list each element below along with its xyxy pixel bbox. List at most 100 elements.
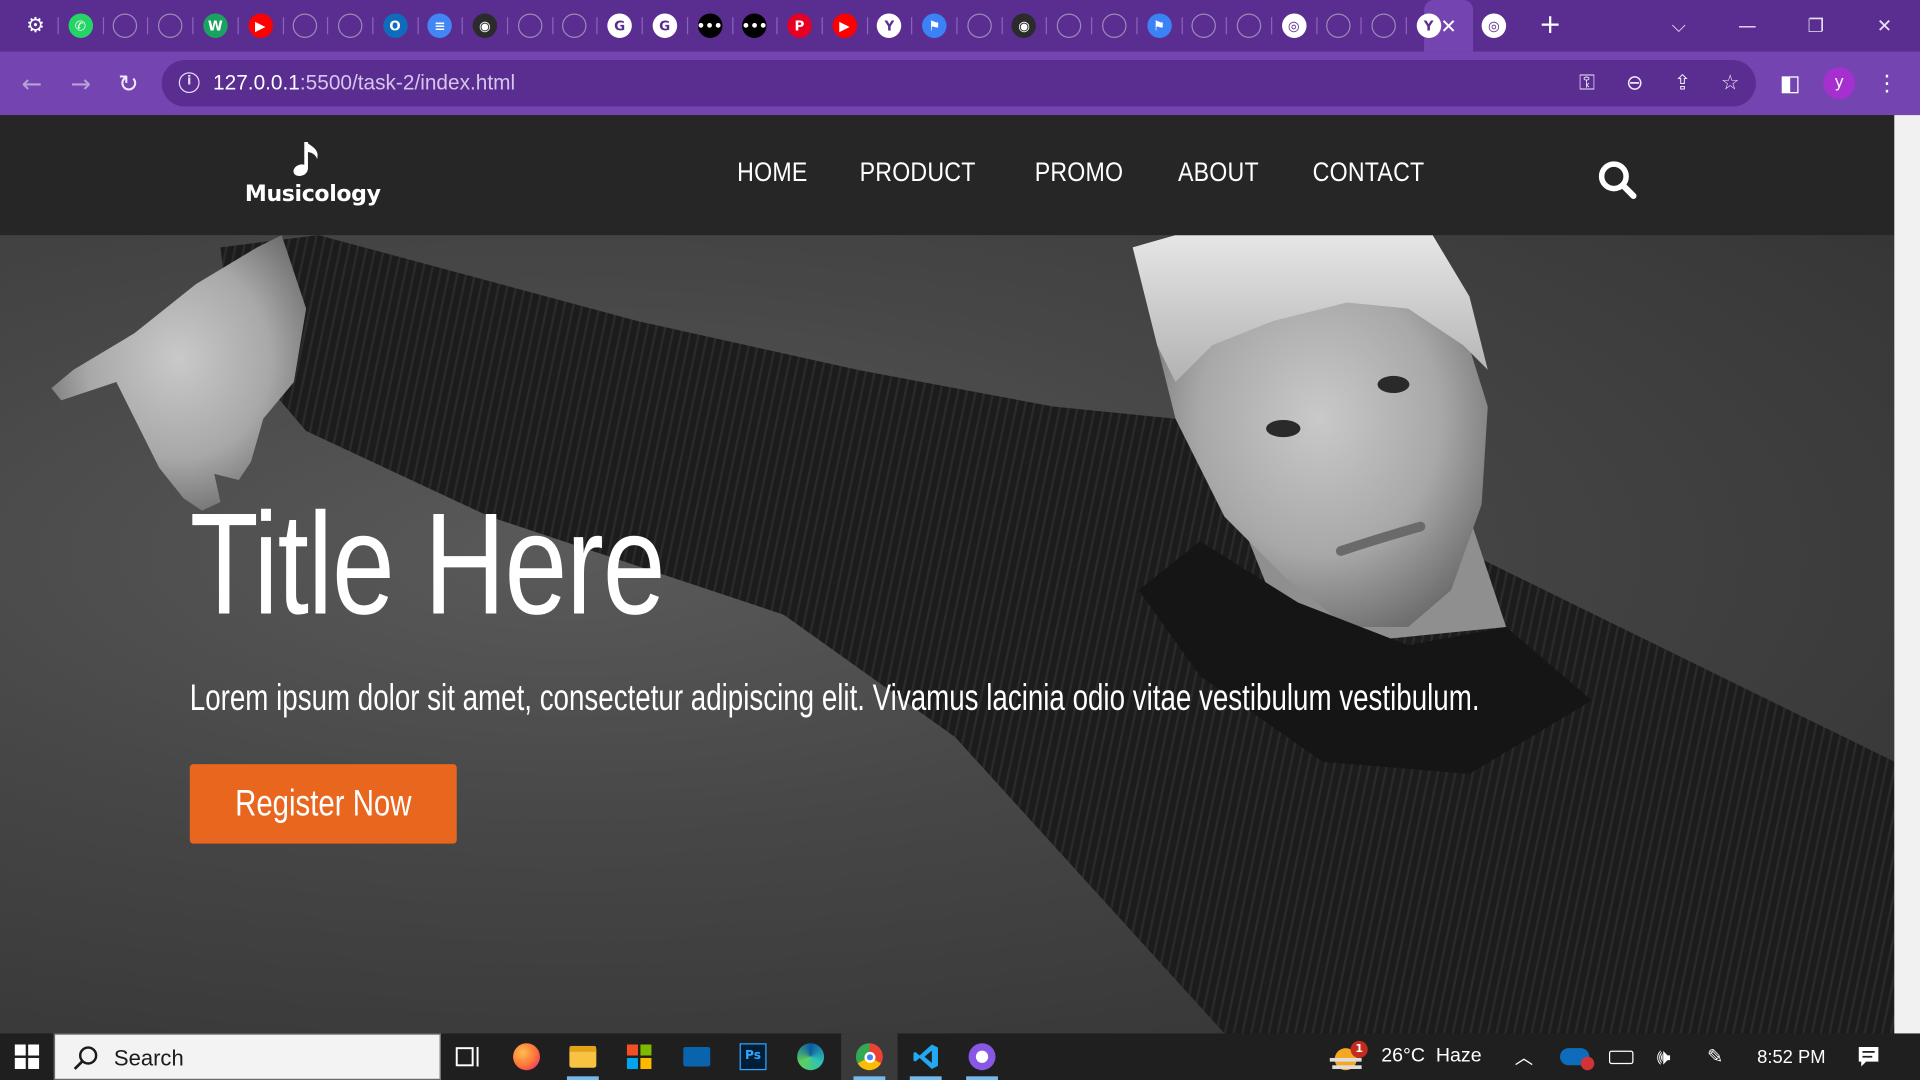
tab-separator	[372, 17, 374, 35]
tab-youtube[interactable]: ▶	[244, 10, 276, 42]
tab-separator	[1001, 17, 1003, 35]
tab-globe[interactable]	[289, 10, 321, 42]
tab-pinterest[interactable]: P	[784, 10, 816, 42]
tab-globe[interactable]	[154, 10, 186, 42]
tab-github[interactable]: ◉	[469, 10, 501, 42]
tab-globe[interactable]	[334, 10, 366, 42]
chrome-icon: ◎	[1481, 13, 1507, 38]
whatsapp-icon: ✆	[68, 13, 93, 38]
logo-text: Musicology	[244, 181, 381, 207]
menu-kebab-icon[interactable]: ⋮	[1870, 66, 1904, 100]
nav-product[interactable]: PRODUCT	[859, 157, 975, 194]
taskbar-chrome[interactable]	[841, 1033, 898, 1080]
nav-contact[interactable]: CONTACT	[1313, 157, 1425, 194]
tab-globe[interactable]	[109, 10, 141, 42]
tab-w-app[interactable]: W	[199, 10, 231, 42]
close-window-button[interactable]: ✕	[1856, 5, 1912, 47]
tab-globe[interactable]	[963, 10, 995, 42]
tab-y-logo[interactable]: Y	[873, 10, 905, 42]
windows-start-button[interactable]	[0, 1033, 54, 1080]
tab-globe[interactable]	[559, 10, 591, 42]
taskbar-ms-store[interactable]	[611, 1033, 667, 1080]
tab-globe[interactable]	[1053, 10, 1085, 42]
weather-badge: 1	[1350, 1040, 1368, 1058]
minimize-button[interactable]: —	[1719, 5, 1775, 47]
taskbar-firefox[interactable]	[498, 1033, 554, 1080]
tab-globe[interactable]	[1323, 10, 1355, 42]
globe-icon	[1326, 13, 1351, 38]
tab-settings[interactable]: ⚙	[20, 10, 52, 42]
tab-docs[interactable]: ≡	[424, 10, 456, 42]
tab-separator	[911, 17, 913, 35]
pen-workspace-icon[interactable]: ✎	[1707, 1033, 1723, 1080]
taskbar-photoshop[interactable]: Ps	[725, 1033, 781, 1080]
tab-chrome[interactable]: ◎	[1478, 10, 1510, 42]
page-scrollbar[interactable]	[1894, 115, 1920, 1034]
tab-globe[interactable]	[514, 10, 546, 42]
tab-google[interactable]: G	[649, 10, 681, 42]
side-panel-icon[interactable]: ◧	[1773, 66, 1807, 100]
show-hidden-icons-chevron-icon[interactable]: ︿	[1515, 1033, 1533, 1080]
tab-separator	[192, 17, 194, 35]
tab-dots[interactable]: •••	[739, 10, 771, 42]
clock[interactable]: 8:52 PM	[1757, 1033, 1825, 1080]
windows-taskbar: Search Ps 1 26°C Haze ︿ 🕪 ✎ 8:52 PM	[0, 1033, 1920, 1080]
search-icon	[73, 1046, 98, 1070]
register-now-button[interactable]: Register Now	[189, 764, 457, 844]
restore-button[interactable]: ❐	[1788, 5, 1844, 47]
taskbar-file-explorer[interactable]	[555, 1033, 611, 1080]
flag-icon: ⚑	[1146, 13, 1172, 38]
profile-avatar[interactable]: y	[1823, 67, 1856, 100]
tab-youtube[interactable]: ▶	[828, 10, 860, 42]
nav-about[interactable]: ABOUT	[1178, 157, 1259, 194]
taskbar-github-desktop[interactable]	[954, 1033, 1010, 1080]
hero-subtitle: Lorem ipsum dolor sit amet, consectetur …	[189, 678, 1480, 719]
tab-y-logo[interactable]: Y	[1413, 10, 1445, 42]
tab-globe[interactable]	[1233, 10, 1265, 42]
task-view-button[interactable]	[441, 1033, 497, 1080]
battery-icon[interactable]	[1608, 1033, 1634, 1080]
reload-button[interactable]: ↻	[111, 66, 145, 100]
bookmark-star-icon[interactable]: ☆	[1716, 69, 1745, 98]
site-info-icon[interactable]: i	[178, 72, 200, 94]
password-key-icon[interactable]: ⚿	[1572, 69, 1601, 98]
tab-separator	[1225, 17, 1228, 35]
tab-github[interactable]: ◉	[1008, 10, 1040, 42]
tab-flag[interactable]: ⚑	[1143, 10, 1175, 42]
volume-icon[interactable]: 🕪	[1657, 1033, 1671, 1080]
taskbar-search-box[interactable]: Search	[53, 1033, 441, 1080]
tab-chrome[interactable]: ◎	[1278, 10, 1310, 42]
tab-globe[interactable]	[1188, 10, 1220, 42]
back-button[interactable]: ←	[15, 66, 49, 100]
tab-search-chevron-icon[interactable]: ⌵	[1651, 5, 1707, 47]
tab-globe[interactable]	[1368, 10, 1400, 42]
taskbar-mail[interactable]	[669, 1033, 725, 1080]
weather-widget[interactable]: 1 26°C Haze	[1329, 1033, 1482, 1080]
taskbar-vscode[interactable]	[898, 1033, 954, 1080]
tab-outlook[interactable]: O	[379, 10, 411, 42]
task-view-icon	[455, 1046, 479, 1067]
tab-google[interactable]: G	[604, 10, 636, 42]
globe-icon	[113, 13, 138, 38]
nav-promo[interactable]: PROMO	[1035, 157, 1124, 194]
url-text[interactable]: 127.0.0.1:5500/task-2/index.html	[213, 71, 515, 95]
site-logo[interactable]: Musicology	[244, 140, 381, 213]
music-note-icon	[293, 142, 318, 176]
tab-globe[interactable]	[1098, 10, 1130, 42]
tab-flag[interactable]: ⚑	[918, 10, 950, 42]
tab-dots[interactable]: •••	[694, 10, 726, 42]
onedrive-icon[interactable]	[1560, 1033, 1595, 1080]
globe-icon	[337, 13, 363, 38]
tab-whatsapp[interactable]: ✆	[65, 10, 97, 42]
notifications-icon[interactable]	[1856, 1033, 1880, 1080]
main-nav: HOME PRODUCT PROMO ABOUT CONTACT	[737, 157, 1442, 194]
forward-button[interactable]: →	[64, 66, 98, 100]
share-icon[interactable]: ⇪	[1668, 69, 1697, 98]
taskbar-edge[interactable]	[782, 1033, 838, 1080]
address-bar[interactable]: i 127.0.0.1:5500/task-2/index.html ⚿ ⊖ ⇪…	[161, 60, 1756, 107]
store-icon	[626, 1044, 652, 1069]
zoom-icon[interactable]: ⊖	[1620, 69, 1649, 98]
nav-home[interactable]: HOME	[737, 157, 807, 194]
new-tab-button[interactable]: +	[1536, 10, 1565, 40]
search-icon[interactable]	[1597, 159, 1639, 201]
